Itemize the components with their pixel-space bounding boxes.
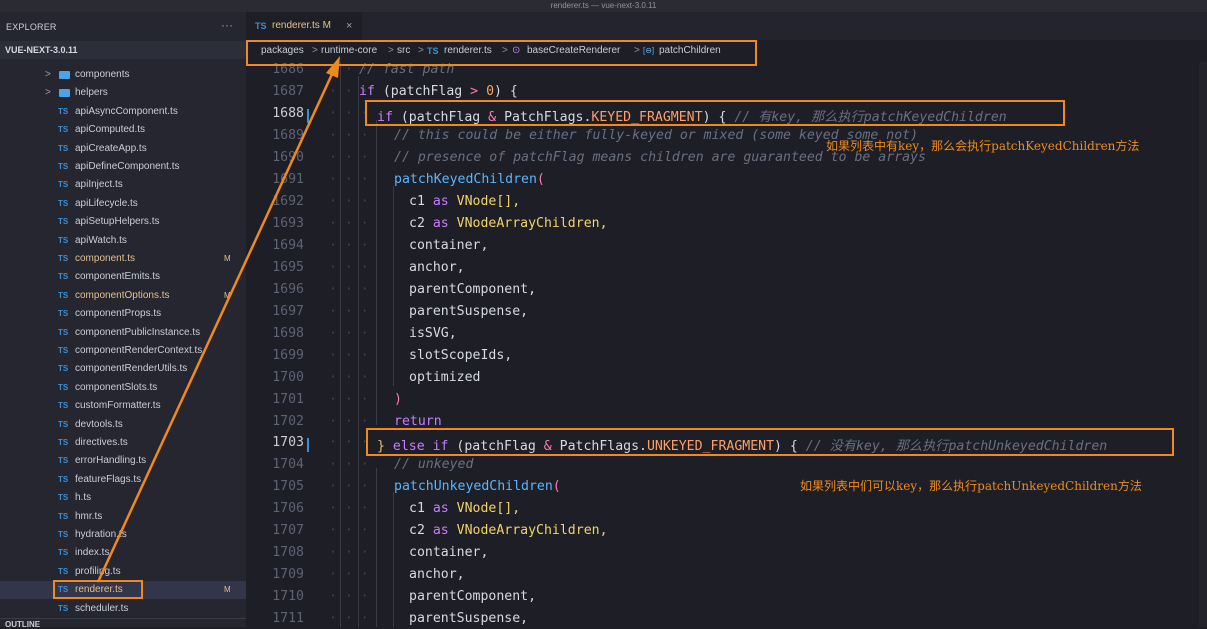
annotation-arrow	[96, 56, 340, 583]
